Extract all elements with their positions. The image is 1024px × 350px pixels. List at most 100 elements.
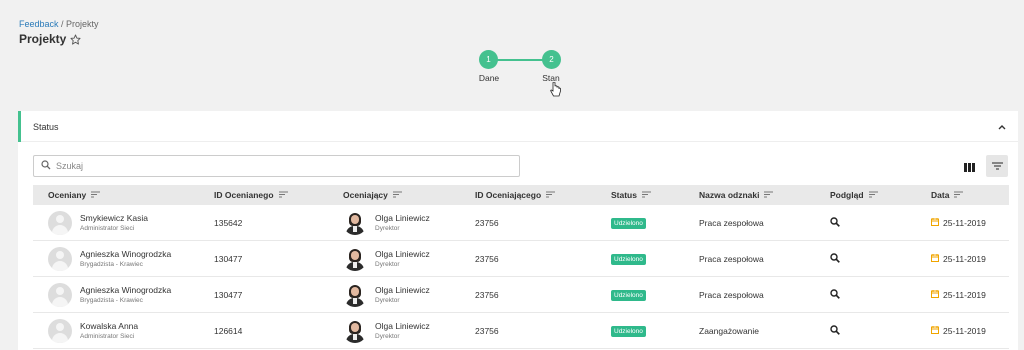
- sort-icon[interactable]: [278, 190, 288, 200]
- step-1-label: Dane: [478, 73, 500, 83]
- star-outline-icon[interactable]: [70, 33, 81, 45]
- page-title: Projekty: [19, 32, 67, 46]
- column-header-label: ID Oceniającego: [475, 190, 542, 200]
- avatar: [343, 211, 367, 235]
- calendar-icon: [931, 290, 939, 300]
- magnifier-icon[interactable]: [830, 253, 840, 265]
- search-box[interactable]: [33, 155, 520, 177]
- breadcrumb-feedback-link[interactable]: Feedback: [19, 19, 59, 29]
- sort-icon[interactable]: [954, 190, 964, 200]
- rated-cell: Smykiewicz Kasia Administrator Sieci: [48, 205, 148, 241]
- column-header[interactable]: ID Oceniającego: [475, 185, 556, 205]
- wizard-stepper: 1 2 Dane Stan: [470, 50, 580, 90]
- rated-name: Agnieszka Winogrodzka: [80, 285, 172, 295]
- date-value: 25-11-2019: [943, 218, 986, 228]
- magnifier-icon[interactable]: [830, 217, 840, 229]
- column-header[interactable]: Status: [611, 185, 651, 205]
- rated-cell: Agnieszka Winogrodzka Brygadzista - Krawi…: [48, 241, 171, 277]
- status-badge: Udzielono: [611, 217, 646, 229]
- date-value: 25-11-2019: [943, 326, 986, 336]
- rated-id: 130477: [214, 254, 243, 264]
- rater-id: 23756: [475, 254, 499, 264]
- sort-icon[interactable]: [546, 190, 556, 200]
- rated-name: Kowalska Anna: [80, 321, 139, 331]
- rated-cell: Kowalska Anna Administrator Sieci: [48, 313, 138, 349]
- rater-cell: Olga Liniewicz Dyrektor: [343, 241, 430, 277]
- table-row[interactable]: Kowalska Anna Administrator Sieci 126614 Ol…: [33, 313, 1009, 349]
- rater-name: Olga Liniewicz: [375, 249, 430, 259]
- search-input[interactable]: [56, 161, 496, 171]
- table-body: Smykiewicz Kasia Administrator Sieci 13564…: [33, 205, 1009, 349]
- magnifier-icon[interactable]: [830, 325, 840, 337]
- calendar-icon: [931, 254, 939, 264]
- rater-role: Dyrektor: [375, 297, 400, 304]
- column-header[interactable]: ID Ocenianego: [214, 185, 288, 205]
- preview-cell: [830, 205, 840, 241]
- sort-icon[interactable]: [392, 190, 402, 200]
- status-badge: Udzielono: [611, 253, 646, 265]
- column-header[interactable]: Nazwa odznaki: [699, 185, 774, 205]
- rater-id: 23756: [475, 290, 499, 300]
- preview-cell: [830, 241, 840, 277]
- rater-id: 23756: [475, 218, 499, 228]
- column-header-label: Nazwa odznaki: [699, 190, 760, 200]
- preview-cell: [830, 313, 840, 349]
- avatar: [48, 283, 72, 307]
- panel-accent-bar: [18, 111, 21, 142]
- table-row[interactable]: Agnieszka Winogrodzka Brygadzista - Krawi…: [33, 241, 1009, 277]
- step-1-circle[interactable]: 1: [479, 50, 498, 69]
- column-header-label: Status: [611, 190, 637, 200]
- date-cell: 25-11-2019: [931, 205, 986, 241]
- badge-name: Praca zespołowa: [699, 218, 764, 228]
- sort-icon[interactable]: [641, 190, 651, 200]
- column-header[interactable]: Oceniający: [343, 185, 402, 205]
- badge-name: Praca zespołowa: [699, 254, 764, 264]
- panel-header[interactable]: Status: [18, 111, 1018, 142]
- avatar: [343, 247, 367, 271]
- column-header-label: ID Ocenianego: [214, 190, 274, 200]
- breadcrumb: Feedback / Projekty: [19, 19, 99, 29]
- table-header: Oceniany ID Ocenianego Oceniający ID Ocenia…: [33, 185, 1009, 205]
- calendar-icon: [931, 218, 939, 228]
- sort-icon[interactable]: [764, 190, 774, 200]
- rated-role: Administrator Sieci: [80, 333, 135, 340]
- column-header[interactable]: Oceniany: [48, 185, 101, 205]
- badge-name: Zaangażowanie: [699, 326, 760, 336]
- rater-cell: Olga Liniewicz Dyrektor: [343, 313, 430, 349]
- rater-id: 23756: [475, 326, 499, 336]
- page-title-row: Projekty: [19, 32, 81, 46]
- ratings-table: Oceniany ID Ocenianego Oceniający ID Ocenia…: [33, 185, 1009, 349]
- rated-role: Brygadzista - Krawiec: [80, 297, 143, 304]
- column-header[interactable]: Podgląd: [830, 185, 878, 205]
- column-header-label: Oceniający: [343, 190, 388, 200]
- status-panel: Status Oceniany ID Ocenianego Oceniający ID…: [18, 111, 1018, 350]
- columns-icon[interactable]: [958, 156, 980, 178]
- avatar: [343, 319, 367, 343]
- breadcrumb-separator: /: [58, 19, 67, 29]
- chevron-up-icon[interactable]: [998, 122, 1006, 132]
- magnifier-icon[interactable]: [830, 289, 840, 301]
- rater-name: Olga Liniewicz: [375, 285, 430, 295]
- rated-cell: Agnieszka Winogrodzka Brygadzista - Krawi…: [48, 277, 171, 313]
- filter-icon[interactable]: [986, 155, 1008, 177]
- badge-name: Praca zespołowa: [699, 290, 764, 300]
- avatar: [48, 319, 72, 343]
- date-cell: 25-11-2019: [931, 277, 986, 313]
- avatar: [48, 211, 72, 235]
- step-2-circle[interactable]: 2: [542, 50, 561, 69]
- date-cell: 25-11-2019: [931, 241, 986, 277]
- table-row[interactable]: Agnieszka Winogrodzka Brygadzista - Krawi…: [33, 277, 1009, 313]
- column-header[interactable]: Data: [931, 185, 964, 205]
- column-header-label: Podgląd: [830, 190, 864, 200]
- hand-cursor-icon: [550, 81, 562, 100]
- status-cell: Udzielono: [611, 205, 646, 241]
- rater-cell: Olga Liniewicz Dyrektor: [343, 277, 430, 313]
- search-icon: [41, 160, 51, 172]
- table-row[interactable]: Smykiewicz Kasia Administrator Sieci 13564…: [33, 205, 1009, 241]
- sort-icon[interactable]: [91, 190, 101, 200]
- rated-id: 130477: [214, 290, 243, 300]
- status-cell: Udzielono: [611, 277, 646, 313]
- sort-icon[interactable]: [868, 190, 878, 200]
- column-header-label: Data: [931, 190, 950, 200]
- rater-name: Olga Liniewicz: [375, 321, 430, 331]
